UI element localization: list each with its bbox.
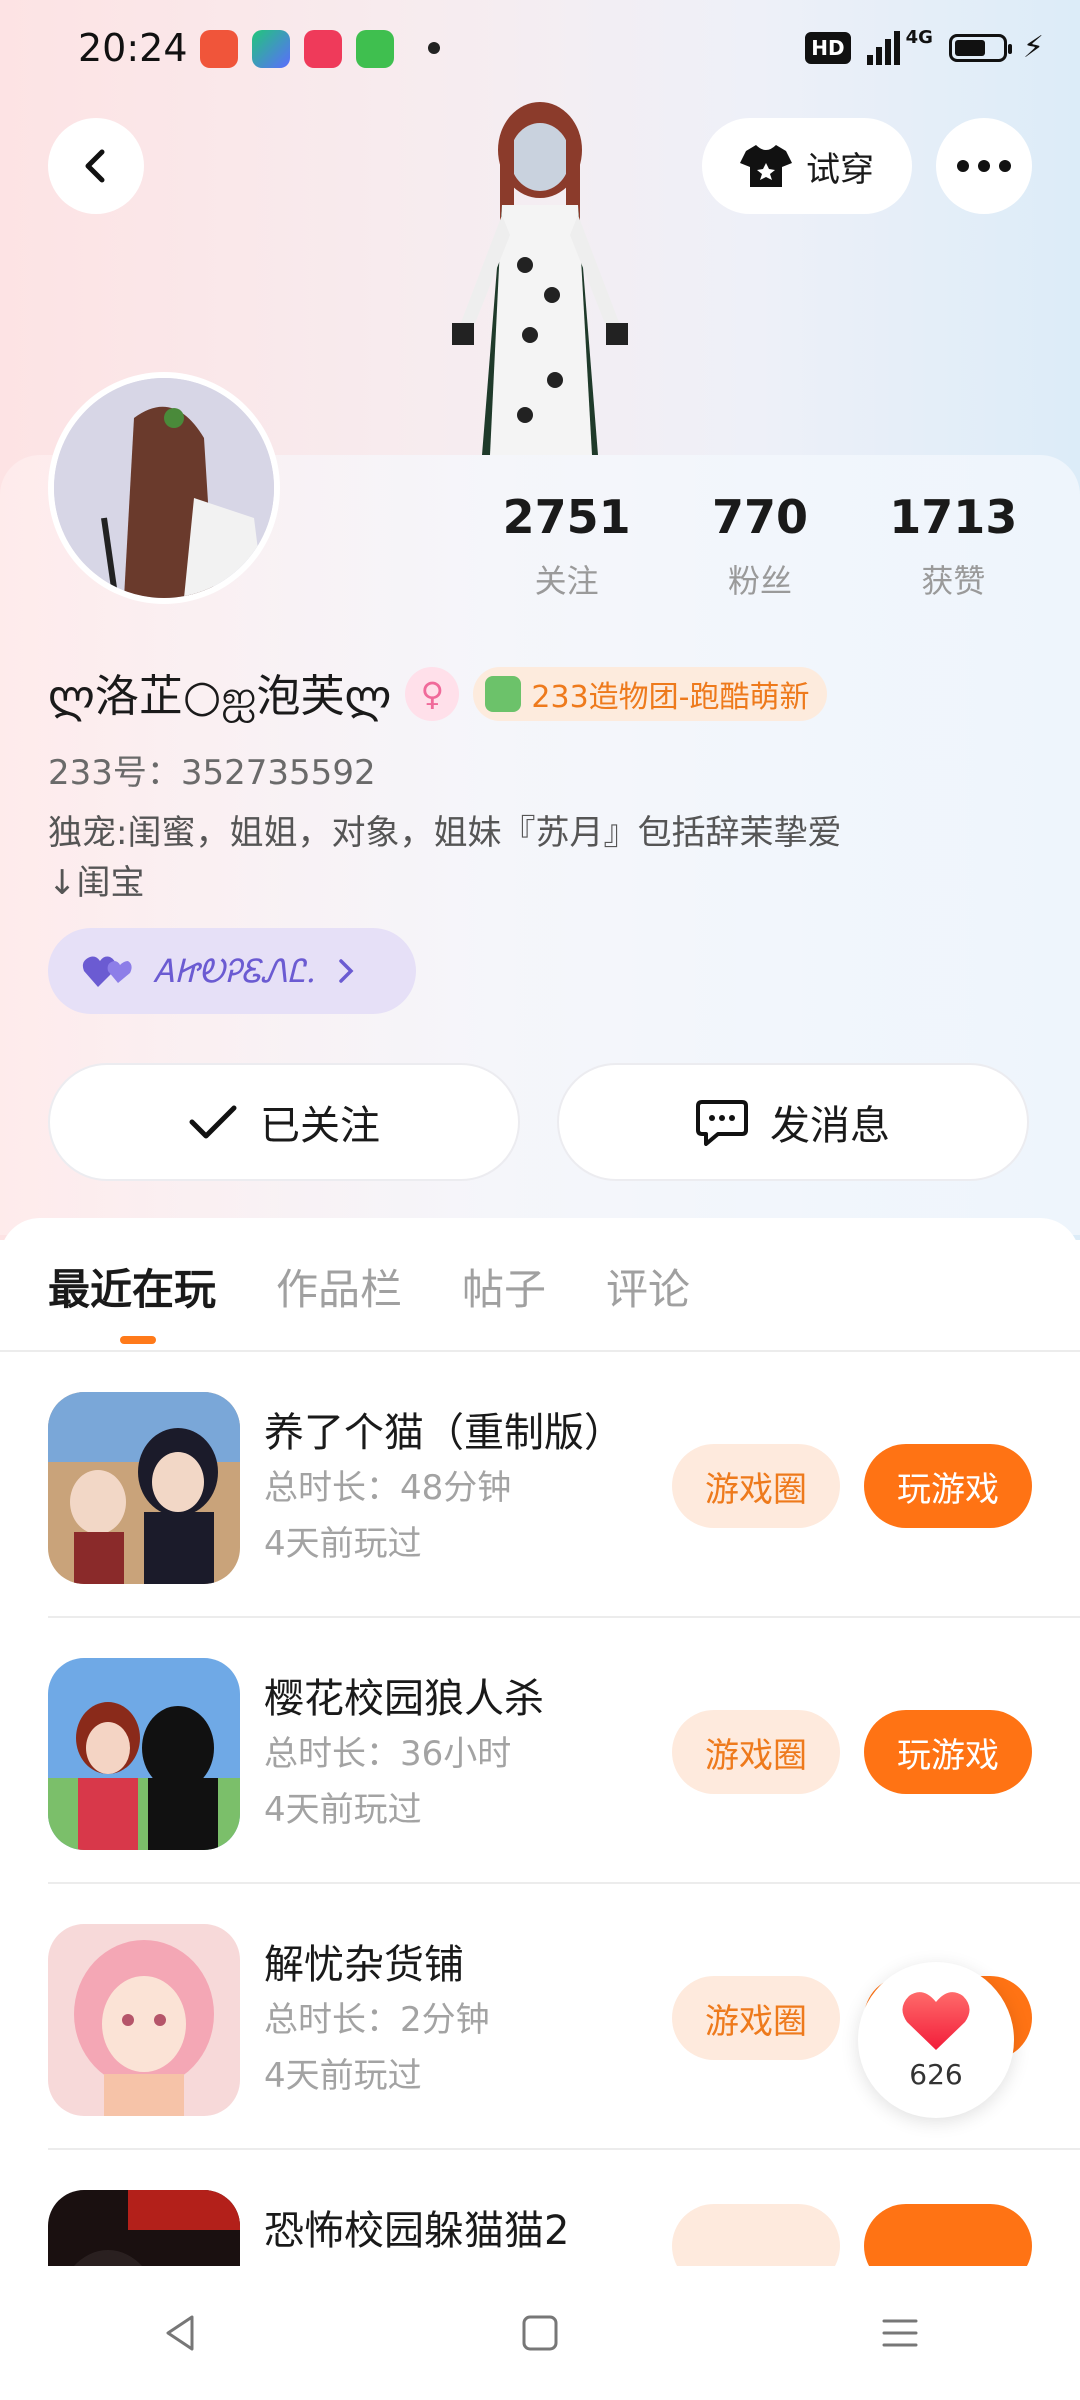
game-duration: 总时长：48分钟 xyxy=(264,1468,512,1508)
signal-icon xyxy=(866,30,900,65)
profile-stats: 2751 关注 770 粉丝 1713 获赞 xyxy=(470,490,1050,602)
status-indicators: HD 4G ⚡ xyxy=(805,27,1044,65)
game-icon[interactable] xyxy=(48,2190,240,2266)
shop-app-icon xyxy=(356,30,394,68)
profile-tabs: 最近在玩 作品栏 帖子 评论 xyxy=(48,1256,690,1344)
game-circle-button[interactable]: 游戏圈 xyxy=(672,1444,840,1528)
game-title: 恐怖校园躲猫猫2 xyxy=(264,2208,570,2254)
game-title: 解忧杂货铺 xyxy=(264,1942,464,1988)
stat-fans[interactable]: 770 粉丝 xyxy=(663,490,856,602)
followed-label: 已关注 xyxy=(260,1103,380,1149)
game-meta: 总时长：2分钟 4天前玩过 xyxy=(264,1992,490,2104)
home-square-icon[interactable] xyxy=(520,2313,560,2353)
back-button[interactable] xyxy=(48,118,144,214)
checkmark-icon xyxy=(189,1105,237,1139)
avatar-3d-model[interactable] xyxy=(430,95,650,455)
cp-name: ᎪᏥᎧᎮᏋᏁᏝ. xyxy=(154,951,316,990)
chevron-left-icon xyxy=(85,149,105,183)
network-type: 4G xyxy=(905,27,933,48)
game-meta: 总时长：48分钟 4天前玩过 xyxy=(264,1460,511,1572)
like-count: 626 xyxy=(909,2057,963,2091)
stat-value: 770 xyxy=(711,490,808,544)
notification-icons xyxy=(200,30,394,68)
game-meta: 总时长：36小时 4天前玩过 xyxy=(264,1726,511,1838)
menu-lines-icon[interactable] xyxy=(880,2313,920,2353)
play-game-button[interactable] xyxy=(864,2204,1032,2266)
user-id: 233号：352735592 xyxy=(48,753,376,793)
female-gender-icon: ♀ xyxy=(405,667,460,721)
game-duration: 总时长：2分钟 xyxy=(264,2000,490,2040)
music-app-icon xyxy=(200,30,238,68)
more-notifications-dot xyxy=(428,42,440,54)
system-nav-bar xyxy=(0,2266,1080,2400)
bio: 独宠:闺蜜，姐姐，对象，姐妹『苏月』包括辞茉挚爱↓闺宝 xyxy=(48,813,842,903)
charging-icon: ⚡ xyxy=(1022,30,1044,65)
stat-label: 获赞 xyxy=(921,562,986,600)
stat-likes[interactable]: 1713 获赞 xyxy=(857,490,1050,602)
nickname-row: ლ洛芷○ஐ泡芙ლ ♀ 233造物团-跑酷萌新 xyxy=(48,660,828,728)
stat-label: 关注 xyxy=(534,562,599,600)
avatar[interactable] xyxy=(48,372,280,604)
try-on-label: 试穿 xyxy=(806,149,874,190)
game-duration: 总时长：36小时 xyxy=(264,1734,512,1774)
guild-name: 233造物团-跑酷萌新 xyxy=(531,680,810,715)
send-message-label: 发消息 xyxy=(770,1103,890,1149)
followed-button[interactable]: 已关注 xyxy=(48,1063,520,1181)
stat-following[interactable]: 2751 关注 xyxy=(470,490,663,602)
play-game-button[interactable]: 玩游戏 xyxy=(864,1710,1032,1794)
tab-comments[interactable]: 评论 xyxy=(606,1256,690,1317)
hearts-icon xyxy=(82,956,132,987)
cp-relationship-pill[interactable]: ᎪᏥᎧᎮᏋᏁᏝ. xyxy=(48,928,416,1014)
tshirt-icon xyxy=(740,145,792,187)
tab-posts[interactable]: 帖子 xyxy=(462,1256,546,1317)
guild-badge[interactable]: 233造物团-跑酷萌新 xyxy=(473,667,828,721)
chat-bubble-icon xyxy=(696,1100,748,1146)
status-bar: 20:24 HD 4G ⚡ xyxy=(0,0,1080,100)
play-game-button[interactable]: 玩游戏 xyxy=(864,1444,1032,1528)
iqiyi-app-icon xyxy=(252,30,290,68)
game-title: 养了个猫（重制版） xyxy=(264,1410,624,1456)
tab-works[interactable]: 作品栏 xyxy=(276,1256,402,1317)
game-last-played: 4天前玩过 xyxy=(264,1790,422,1830)
game-row[interactable]: 养了个猫（重制版） 总时长：48分钟 4天前玩过 游戏圈 玩游戏 xyxy=(0,1352,1080,1618)
tab-recently-played[interactable]: 最近在玩 xyxy=(48,1256,216,1344)
game-circle-button[interactable] xyxy=(672,2204,840,2266)
stat-value: 2751 xyxy=(502,490,631,544)
battery-icon xyxy=(948,33,1012,62)
heart-icon xyxy=(902,1991,970,2050)
stat-label: 粉丝 xyxy=(727,562,792,600)
avatar-image xyxy=(54,378,274,598)
back-triangle-icon[interactable] xyxy=(160,2313,200,2353)
more-button[interactable] xyxy=(936,118,1032,214)
send-message-button[interactable]: 发消息 xyxy=(557,1063,1029,1181)
video-app-icon xyxy=(304,30,342,68)
game-last-played: 4天前玩过 xyxy=(264,2056,422,2096)
try-on-button[interactable]: 试穿 xyxy=(702,118,912,214)
like-float-button[interactable]: 626 xyxy=(858,1962,1014,2118)
more-dots-icon xyxy=(957,160,1011,172)
game-row[interactable]: 恐怖校园躲猫猫2 xyxy=(0,2150,1080,2266)
game-circle-button[interactable]: 游戏圈 xyxy=(672,1710,840,1794)
status-time: 20:24 xyxy=(78,26,188,70)
game-circle-button[interactable]: 游戏圈 xyxy=(672,1976,840,2060)
chevron-right-icon xyxy=(339,959,354,983)
game-row[interactable]: 樱花校园狼人杀 总时长：36小时 4天前玩过 游戏圈 玩游戏 xyxy=(0,1618,1080,1884)
nickname: ლ洛芷○ஐ泡芙ლ xyxy=(48,671,392,722)
hd-icon: HD xyxy=(805,31,851,64)
game-icon[interactable] xyxy=(48,1924,240,2116)
game-icon[interactable] xyxy=(48,1392,240,1584)
guild-icon xyxy=(485,676,522,712)
game-title: 樱花校园狼人杀 xyxy=(264,1676,544,1722)
stat-value: 1713 xyxy=(889,490,1018,544)
game-icon[interactable] xyxy=(48,1658,240,1850)
game-last-played: 4天前玩过 xyxy=(264,1524,422,1564)
